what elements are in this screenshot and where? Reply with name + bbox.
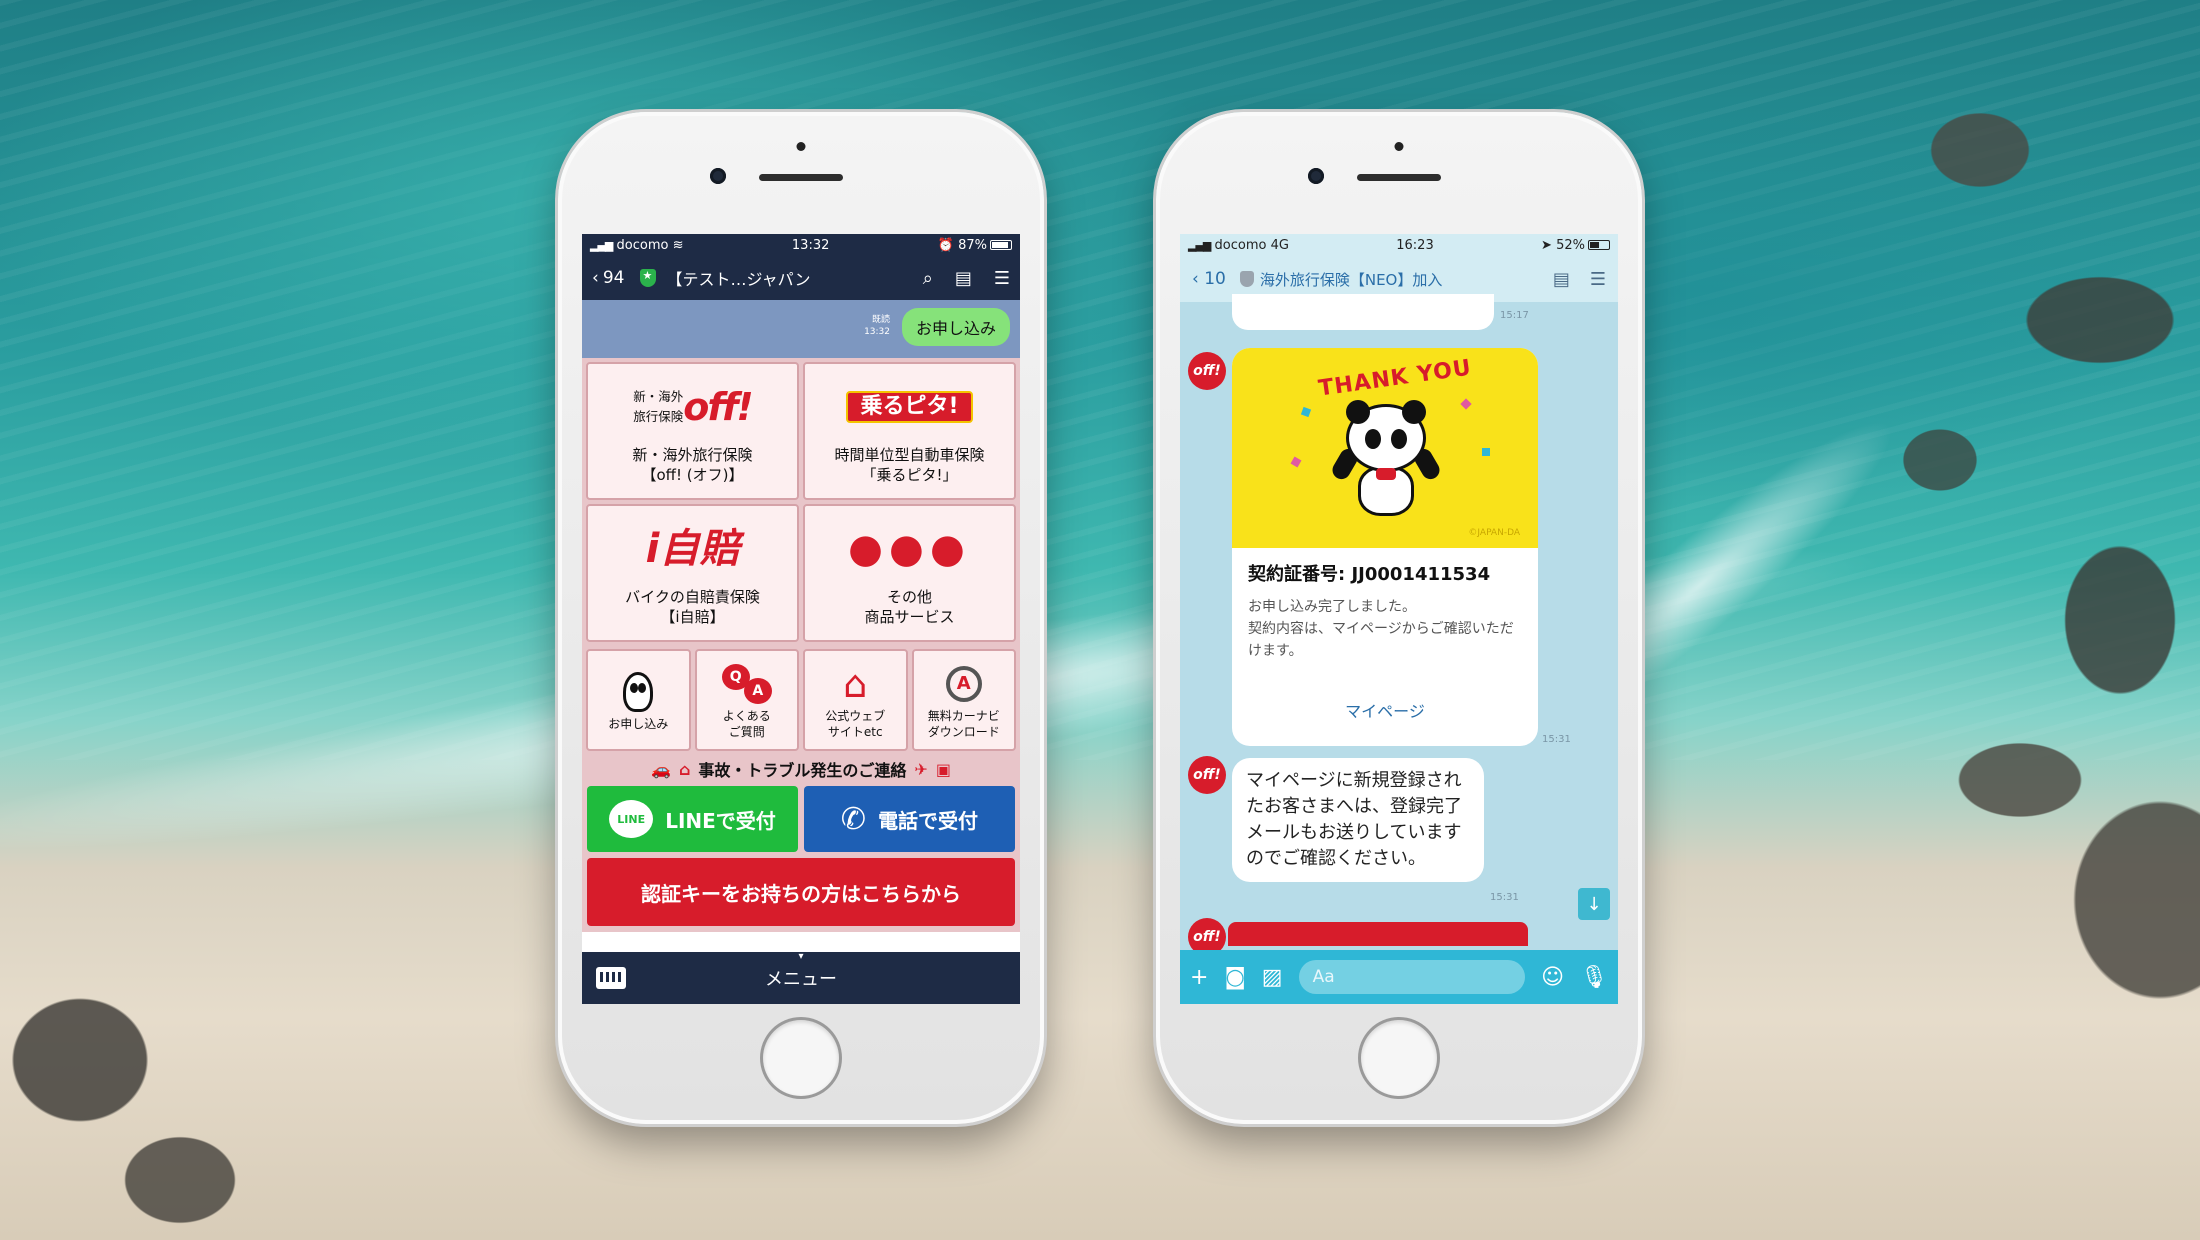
rich-menu-item-ijibai[interactable]: i自賠 バイクの自賠責保険 【i自賠】: [586, 504, 799, 642]
official-account-avatar[interactable]: off!: [1188, 352, 1226, 390]
emoji-icon[interactable]: ☺: [1541, 965, 1564, 990]
status-bar: ▂▄▆ docomo ≋ 13:32 ⏰ 87%: [582, 234, 1020, 256]
signal-icon: ▂▄▆: [1188, 238, 1211, 252]
house-icon: ⌂: [678, 759, 691, 779]
menu-icon[interactable]: ☰: [994, 268, 1010, 289]
menu-toggle[interactable]: メニュー: [626, 965, 976, 991]
panda-icon: [623, 672, 654, 712]
battery-icon: [990, 240, 1012, 250]
car-icon: 🚗: [651, 759, 671, 779]
message-time: 15:31: [1542, 734, 1571, 745]
partial-message-card: [1228, 922, 1528, 946]
chevron-left-icon: ‹: [1192, 269, 1199, 289]
chat-area: 15:17 off! THANK YOU ©JAPAN-DA 契約証番号: JJ…: [1180, 294, 1618, 956]
plus-icon[interactable]: +: [1190, 965, 1208, 990]
more-dots-icon: ●●●: [848, 526, 971, 572]
contract-number: 契約証番号: JJ0001411534: [1248, 564, 1491, 585]
qa-icon: QA: [721, 664, 772, 704]
microphone-icon[interactable]: 🎙: [1580, 965, 1608, 990]
sub-menu-faq[interactable]: QA よくある ご質問: [694, 649, 799, 751]
message-time: 15:31: [1490, 892, 1519, 903]
line-contact-button[interactable]: LINE LINEで受付: [587, 786, 798, 852]
carrier: docomo 4G: [1214, 237, 1289, 253]
rich-menu: 新・海外 旅行保険 off! 新・海外旅行保険 【off! (オフ)】 乗るピタ…: [582, 358, 1020, 646]
unread-count: 94: [602, 268, 625, 288]
battery-percent: 52%: [1556, 237, 1585, 253]
rich-menu-item-norupita[interactable]: 乗るピタ! 時間単位型自動車保険 「乗るピタ!」: [803, 362, 1016, 500]
location-icon: ➤: [1541, 237, 1552, 253]
rich-menu-toggle-bar: メニュー: [582, 952, 1020, 1004]
home-icon: ⌂: [843, 662, 868, 706]
battery-icon: [1587, 240, 1610, 250]
clock: 13:32: [791, 237, 830, 253]
menu-icon[interactable]: ☰: [1590, 269, 1606, 290]
sent-message-bubble: お申し込み: [901, 308, 1010, 346]
front-camera: [710, 168, 726, 184]
sub-menu-navi[interactable]: A 無料カーナビ ダウンロード: [911, 649, 1016, 751]
image-icon[interactable]: ▨: [1262, 965, 1283, 990]
home-button[interactable]: [763, 1020, 839, 1096]
scroll-down-arrow-icon[interactable]: ↓: [1578, 888, 1610, 920]
verified-shield-icon: [640, 269, 657, 287]
notes-icon[interactable]: ▤: [1553, 269, 1570, 290]
phone-icon: ✆: [840, 801, 867, 837]
hospital-icon: ▣: [935, 759, 951, 779]
navi-icon: A: [945, 666, 982, 702]
shield-icon: [1239, 271, 1254, 287]
ijibai-logo: i自賠: [645, 526, 740, 572]
earpiece: [759, 174, 843, 181]
sub-menu-website[interactable]: ⌂ 公式ウェブ サイトetc: [803, 649, 908, 751]
chat-title: 海外旅行保険【NEO】加入: [1259, 270, 1443, 289]
status-bar: ▂▄▆ docomo 4G 16:23 ➤ 52%: [1180, 234, 1618, 256]
message-input[interactable]: Aa: [1298, 960, 1526, 994]
carrier: docomo: [616, 237, 669, 253]
camera-icon[interactable]: ◙: [1224, 965, 1245, 990]
sub-menu: お申し込み QA よくある ご質問 ⌂ 公式ウェブ サイトetc A 無料カーナ…: [582, 646, 1020, 754]
earpiece: [1357, 174, 1441, 181]
message-time: 15:17: [1500, 310, 1529, 321]
search-icon[interactable]: ⌕: [923, 268, 933, 289]
official-account-avatar[interactable]: off!: [1188, 756, 1226, 794]
accident-contact-header: 🚗 ⌂ 事故・トラブル発生のご連絡 ✈ ▣: [582, 754, 1020, 784]
chat-title: 【テスト…ジャパン: [666, 270, 811, 289]
chat-header: ‹ 94 【テスト…ジャパン ⌕ ▤ ☰: [582, 256, 1020, 300]
wifi-icon: ≋: [672, 237, 684, 253]
panda-icon: [1329, 400, 1443, 526]
chevron-left-icon: ‹: [592, 268, 599, 288]
rich-menu-item-other[interactable]: ●●● その他 商品サービス: [803, 504, 1016, 642]
unread-count: 10: [1204, 269, 1226, 289]
auth-key-button[interactable]: 認証キーをお持ちの方はこちらから: [587, 858, 1015, 926]
back-button[interactable]: ‹ 94: [592, 268, 624, 288]
keyboard-icon[interactable]: [596, 967, 626, 989]
confirmation-card: THANK YOU ©JAPAN-DA 契約証番号: JJ0001411534 …: [1232, 348, 1538, 746]
right-screen: ▂▄▆ docomo 4G 16:23 ➤ 52% ‹ 10 海外旅行保険【NE…: [1180, 234, 1618, 1004]
back-button[interactable]: ‹ 10: [1192, 269, 1226, 289]
norupita-logo: 乗るピタ!: [846, 377, 973, 437]
line-logo-icon: LINE: [609, 800, 654, 838]
front-camera: [1308, 168, 1324, 184]
chat-area: 既読 13:32 お申し込み: [582, 300, 1020, 358]
sub-menu-apply[interactable]: お申し込み: [586, 649, 691, 751]
mypage-link[interactable]: マイページ: [1248, 698, 1522, 722]
airplane-icon: ✈: [914, 759, 928, 779]
signal-icon: ▂▄▆: [590, 238, 613, 252]
right-phone: ▂▄▆ docomo 4G 16:23 ➤ 52% ‹ 10 海外旅行保険【NE…: [1156, 112, 1642, 1124]
received-message-bubble: マイページに新規登録されたお客さまへは、登録完了メールもお送りしていますのでご確…: [1232, 758, 1484, 882]
beach-background: [0, 0, 2200, 1240]
left-screen: ▂▄▆ docomo ≋ 13:32 ⏰ 87% ‹ 94 【テスト…ジャパン …: [582, 234, 1020, 1004]
clock: 16:23: [1396, 237, 1434, 253]
thank-you-sticker: THANK YOU ©JAPAN-DA: [1232, 348, 1538, 548]
message-input-bar: + ◙ ▨ Aa ☺ 🎙: [1180, 950, 1618, 1004]
read-receipt: 既読 13:32: [864, 315, 890, 337]
alarm-icon: ⏰: [937, 237, 954, 253]
battery-percent: 87%: [958, 237, 987, 253]
previous-message-bubble: [1232, 294, 1494, 330]
left-phone: ▂▄▆ docomo ≋ 13:32 ⏰ 87% ‹ 94 【テスト…ジャパン …: [558, 112, 1044, 1124]
rich-menu-item-off[interactable]: 新・海外 旅行保険 off! 新・海外旅行保険 【off! (オフ)】: [586, 362, 799, 500]
off-logo: 新・海外 旅行保険 off!: [633, 385, 754, 429]
notes-icon[interactable]: ▤: [955, 268, 972, 289]
home-button[interactable]: [1361, 1020, 1437, 1096]
phone-contact-button[interactable]: ✆ 電話で受付: [804, 786, 1015, 852]
completion-message: お申し込み完了しました。 契約内容は、マイページからご確認いただけます。: [1248, 599, 1514, 659]
